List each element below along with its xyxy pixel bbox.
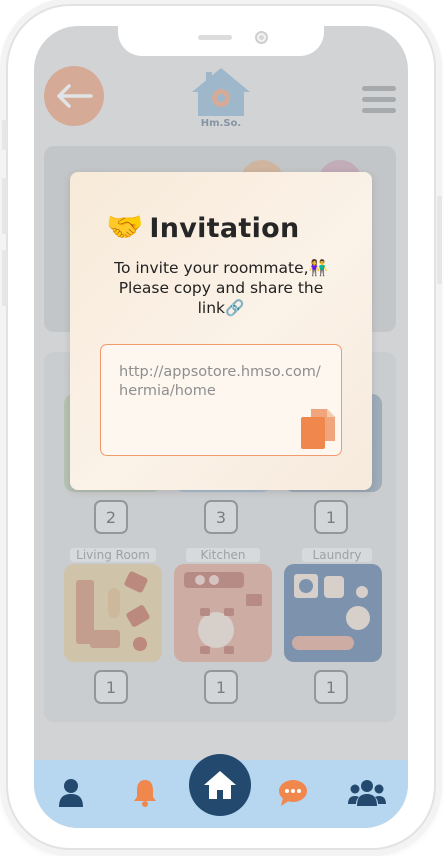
room-count: 3 xyxy=(204,500,238,534)
modal-message: To invite your roommate,👫 Please copy an… xyxy=(90,258,352,318)
phone-notch xyxy=(118,26,324,56)
phone-volume-down xyxy=(2,250,7,306)
invite-link-text: http://appsotore.hmso.com/hermia/home xyxy=(119,364,321,399)
profile-icon xyxy=(59,779,83,807)
living-room-card[interactable] xyxy=(64,564,162,662)
room-label-kitchen: Kitchen xyxy=(186,548,260,562)
room-count: 1 xyxy=(204,670,238,704)
laundry-icon xyxy=(292,574,370,650)
menu-line xyxy=(362,86,396,91)
logo-text: Hm.So. xyxy=(200,118,242,129)
invitation-modal: 🤝 Invitation To invite your roommate,👫 P… xyxy=(70,172,372,490)
menu-line xyxy=(362,97,396,102)
room-label-living-room: Living Room xyxy=(70,548,156,562)
room-count: 1 xyxy=(314,670,348,704)
bottom-tab-bar xyxy=(34,754,408,828)
tab-profile[interactable] xyxy=(50,772,92,814)
front-camera xyxy=(255,31,268,44)
bell-icon xyxy=(134,780,156,807)
message-line-1: To invite your roommate, xyxy=(114,259,309,277)
couple-icon: 👫 xyxy=(308,259,328,277)
tab-roommates[interactable] xyxy=(346,772,388,814)
menu-button[interactable] xyxy=(362,86,396,116)
tab-home[interactable] xyxy=(189,754,251,816)
house-logo-icon xyxy=(192,68,250,116)
message-line-3: link xyxy=(197,299,226,317)
app-logo: Hm.So. xyxy=(186,64,256,130)
menu-line xyxy=(362,108,396,113)
modal-title: 🤝 Invitation xyxy=(106,206,300,250)
handshake-icon: 🤝 xyxy=(106,210,144,245)
home-icon xyxy=(204,771,236,799)
chat-icon xyxy=(279,780,307,806)
back-button[interactable] xyxy=(44,66,104,126)
message-line-2: Please copy and share the xyxy=(118,279,324,297)
tab-chat[interactable] xyxy=(272,772,314,814)
arrow-left-icon xyxy=(57,84,93,108)
phone-side-button xyxy=(2,120,7,150)
invite-link-field[interactable]: http://appsotore.hmso.com/hermia/home xyxy=(100,344,342,456)
room-count: 1 xyxy=(314,500,348,534)
room-count: 2 xyxy=(94,500,128,534)
modal-title-text: Invitation xyxy=(149,212,300,244)
room-label-laundry: Laundry xyxy=(302,548,372,562)
speaker xyxy=(198,35,232,40)
kitchen-icon xyxy=(184,572,262,654)
kitchen-card[interactable] xyxy=(174,564,272,662)
copy-icon xyxy=(301,409,335,449)
copy-link-button[interactable] xyxy=(297,407,337,451)
link-icon: 🔗 xyxy=(225,299,245,317)
phone-volume-up xyxy=(2,178,7,234)
laundry-card[interactable] xyxy=(284,564,382,662)
phone-power-button xyxy=(437,196,442,284)
tab-notifications[interactable] xyxy=(124,772,166,814)
living-room-icon xyxy=(76,571,150,651)
room-count: 1 xyxy=(94,670,128,704)
group-icon xyxy=(348,780,386,806)
